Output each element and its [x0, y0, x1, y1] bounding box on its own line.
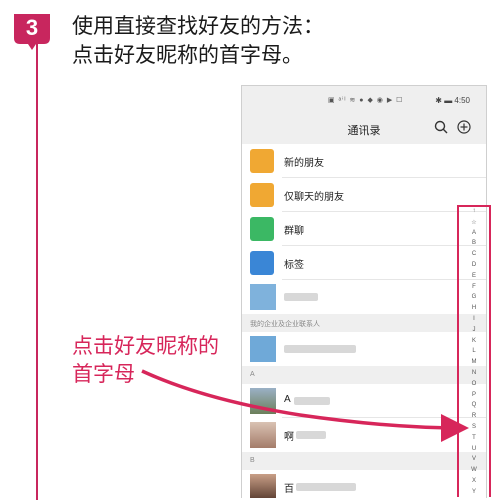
callout-arrow-icon	[141, 369, 469, 442]
